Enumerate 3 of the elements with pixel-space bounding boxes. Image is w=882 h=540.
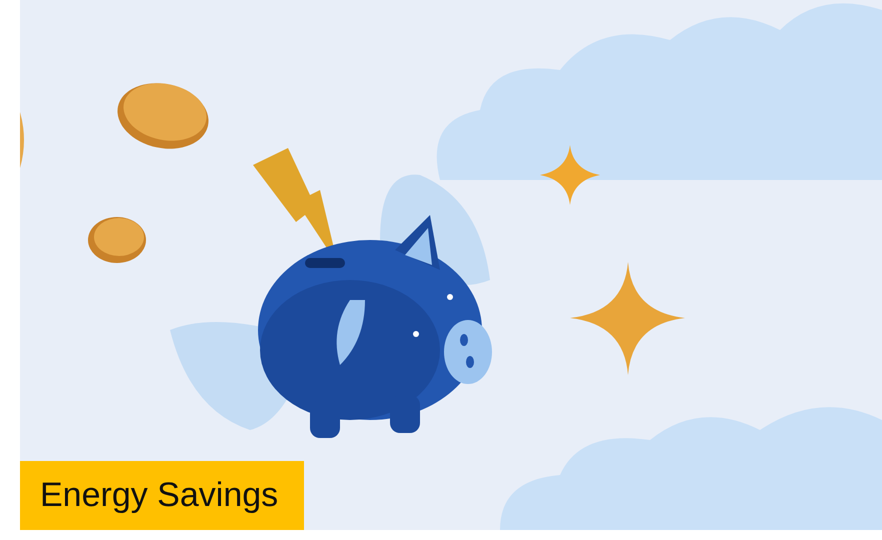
tile-caption: Energy Savings — [20, 461, 304, 530]
sparkle-icon — [570, 262, 685, 375]
sparkle-icon — [540, 145, 600, 205]
